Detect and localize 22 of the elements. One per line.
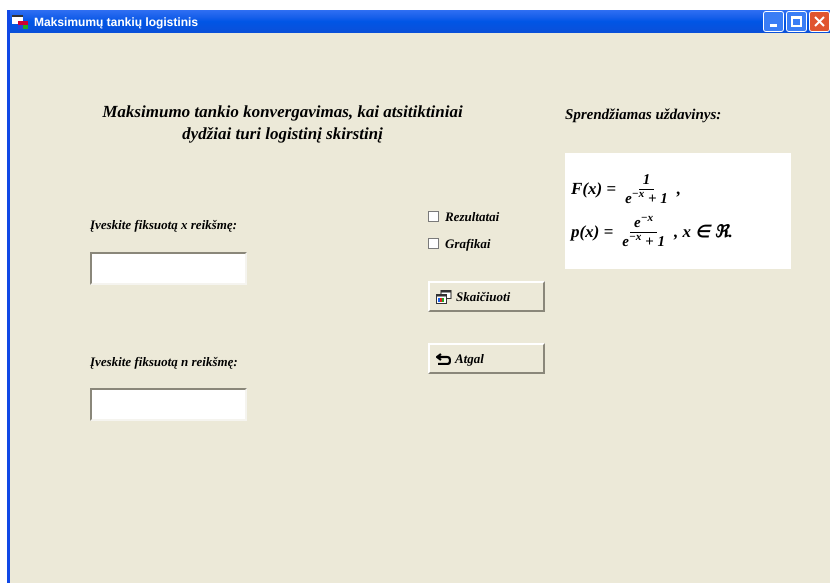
checkbox[interactable] [428, 238, 439, 249]
input-field[interactable] [90, 388, 247, 421]
field-label: Įveskite fiksuotą x reikšmę: [90, 216, 238, 234]
input-field[interactable] [90, 252, 247, 284]
window-title: Maksimumų tankių logistinis [34, 14, 198, 30]
return-arrow-icon [436, 352, 451, 364]
checkbox-label: Grafikai [445, 234, 490, 253]
calculate-button[interactable]: Skaičiuoti [428, 281, 545, 312]
close-icon [814, 16, 825, 27]
close-button[interactable] [809, 11, 830, 32]
maximize-button[interactable] [786, 11, 807, 32]
windows-icon [436, 290, 452, 304]
app-icon [12, 14, 28, 28]
problem-title: Sprendžiamas uždavinys: [565, 106, 722, 125]
formula: p(x) = e$^{−x}$ e$^{−x}$ + 1 , x ∈ ℜ. [571, 214, 734, 250]
minimize-button[interactable] [763, 11, 784, 32]
checkbox-label: Rezultatai [445, 208, 500, 226]
checkbox[interactable] [428, 211, 439, 222]
heading: Maksimumo tankio konvergavimas, kai atsitiktiniai dydžiai turi logistinį skirstinį [101, 101, 464, 145]
back-button[interactable]: Atgal [428, 343, 545, 374]
formula: F(x) = 1 e$^{−x}$ + 1 , [571, 170, 682, 208]
field-label: Įveskite fiksuotą n reikšmę: [90, 352, 239, 371]
